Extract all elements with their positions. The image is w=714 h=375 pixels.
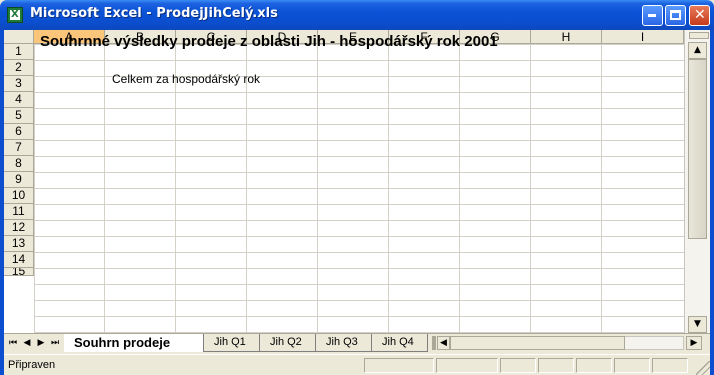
gridline [388,44,389,333]
maximize-icon [670,10,681,20]
gridline [175,44,176,333]
cell-a1[interactable]: Souhrnné výsledky prodeje z oblasti Jih … [40,33,498,50]
column-header-i[interactable]: I [602,30,684,44]
prev-sheet-button[interactable]: ◀ [20,336,34,350]
worksheet-grid[interactable]: A B C D E F G H I 1 2 3 4 5 6 7 8 9 10 1… [4,30,710,333]
tab-souhrn-prodeje[interactable]: Souhrn prodeje [64,334,204,352]
cell-b3[interactable]: Celkem za hospodářský rok [112,72,260,86]
tab-jih-q2[interactable]: Jih Q2 [260,334,316,352]
title-bar[interactable]: Microsoft Excel - ProdejJihCelý.xls ✕ [0,0,714,30]
window-frame-right [710,30,714,375]
minimize-icon [648,14,656,17]
close-icon: ✕ [694,7,706,23]
row-header-14[interactable]: 14 [4,252,34,268]
status-panel [576,358,612,373]
window-title: Microsoft Excel - ProdejJihCelý.xls [30,6,278,21]
row-header-11[interactable]: 11 [4,204,34,220]
cell-grid[interactable] [34,44,684,333]
next-sheet-button[interactable]: ▶ [34,336,48,350]
excel-icon[interactable] [7,7,23,23]
row-header-2[interactable]: 2 [4,60,34,76]
vertical-scroll-thumb[interactable] [688,59,707,239]
status-panel [436,358,498,373]
row-header-10[interactable]: 10 [4,188,34,204]
row-header-8[interactable]: 8 [4,156,34,172]
sheet-tab-bar: ⏮ ◀ ▶ ⏭ Souhrn prodeje Jih Q1 Jih Q2 Jih… [4,333,710,353]
gridline [317,44,318,333]
scroll-down-button[interactable]: ▼ [688,316,707,333]
excel-window: Microsoft Excel - ProdejJihCelý.xls ✕ A … [0,0,714,375]
minimize-button[interactable] [642,5,663,26]
row-header-4[interactable]: 4 [4,92,34,108]
row-header-13[interactable]: 13 [4,236,34,252]
tab-jih-q3[interactable]: Jih Q3 [316,334,372,352]
maximize-button[interactable] [665,5,686,26]
status-panel [500,358,536,373]
first-sheet-button[interactable]: ⏮ [6,336,20,350]
horizontal-scroll-thumb[interactable] [450,336,625,350]
gridline [104,44,105,333]
gridline [601,44,602,333]
status-text: Připraven [8,359,56,371]
last-sheet-button[interactable]: ⏭ [48,336,62,350]
tab-jih-q1[interactable]: Jih Q1 [204,334,260,352]
row-header-5[interactable]: 5 [4,108,34,124]
close-button[interactable]: ✕ [689,5,710,26]
row-header-6[interactable]: 6 [4,124,34,140]
row-header-7[interactable]: 7 [4,140,34,156]
select-all-corner[interactable] [4,30,34,44]
row-header-9[interactable]: 9 [4,172,34,188]
column-header-h[interactable]: H [531,30,602,44]
status-bar: Připraven [4,354,710,375]
vertical-scrollbar[interactable]: ▲ ▼ [684,30,710,333]
row-header-3[interactable]: 3 [4,76,34,92]
status-panel [614,358,650,373]
resize-grip-icon[interactable] [696,361,710,375]
row-header-12[interactable]: 12 [4,220,34,236]
tab-split-handle[interactable] [432,336,436,350]
status-panel [364,358,434,373]
split-handle[interactable] [689,32,709,39]
scroll-right-button[interactable]: ▶ [686,336,702,350]
gridline [530,44,531,333]
status-panel [652,358,688,373]
gridline [246,44,247,333]
gridline [459,44,460,333]
scroll-up-button[interactable]: ▲ [688,42,707,59]
row-header-1[interactable]: 1 [4,44,34,60]
row-header-15[interactable]: 15 [4,268,34,276]
scroll-left-button[interactable]: ◀ [437,336,450,350]
status-panel [538,358,574,373]
tab-jih-q4[interactable]: Jih Q4 [372,334,428,352]
